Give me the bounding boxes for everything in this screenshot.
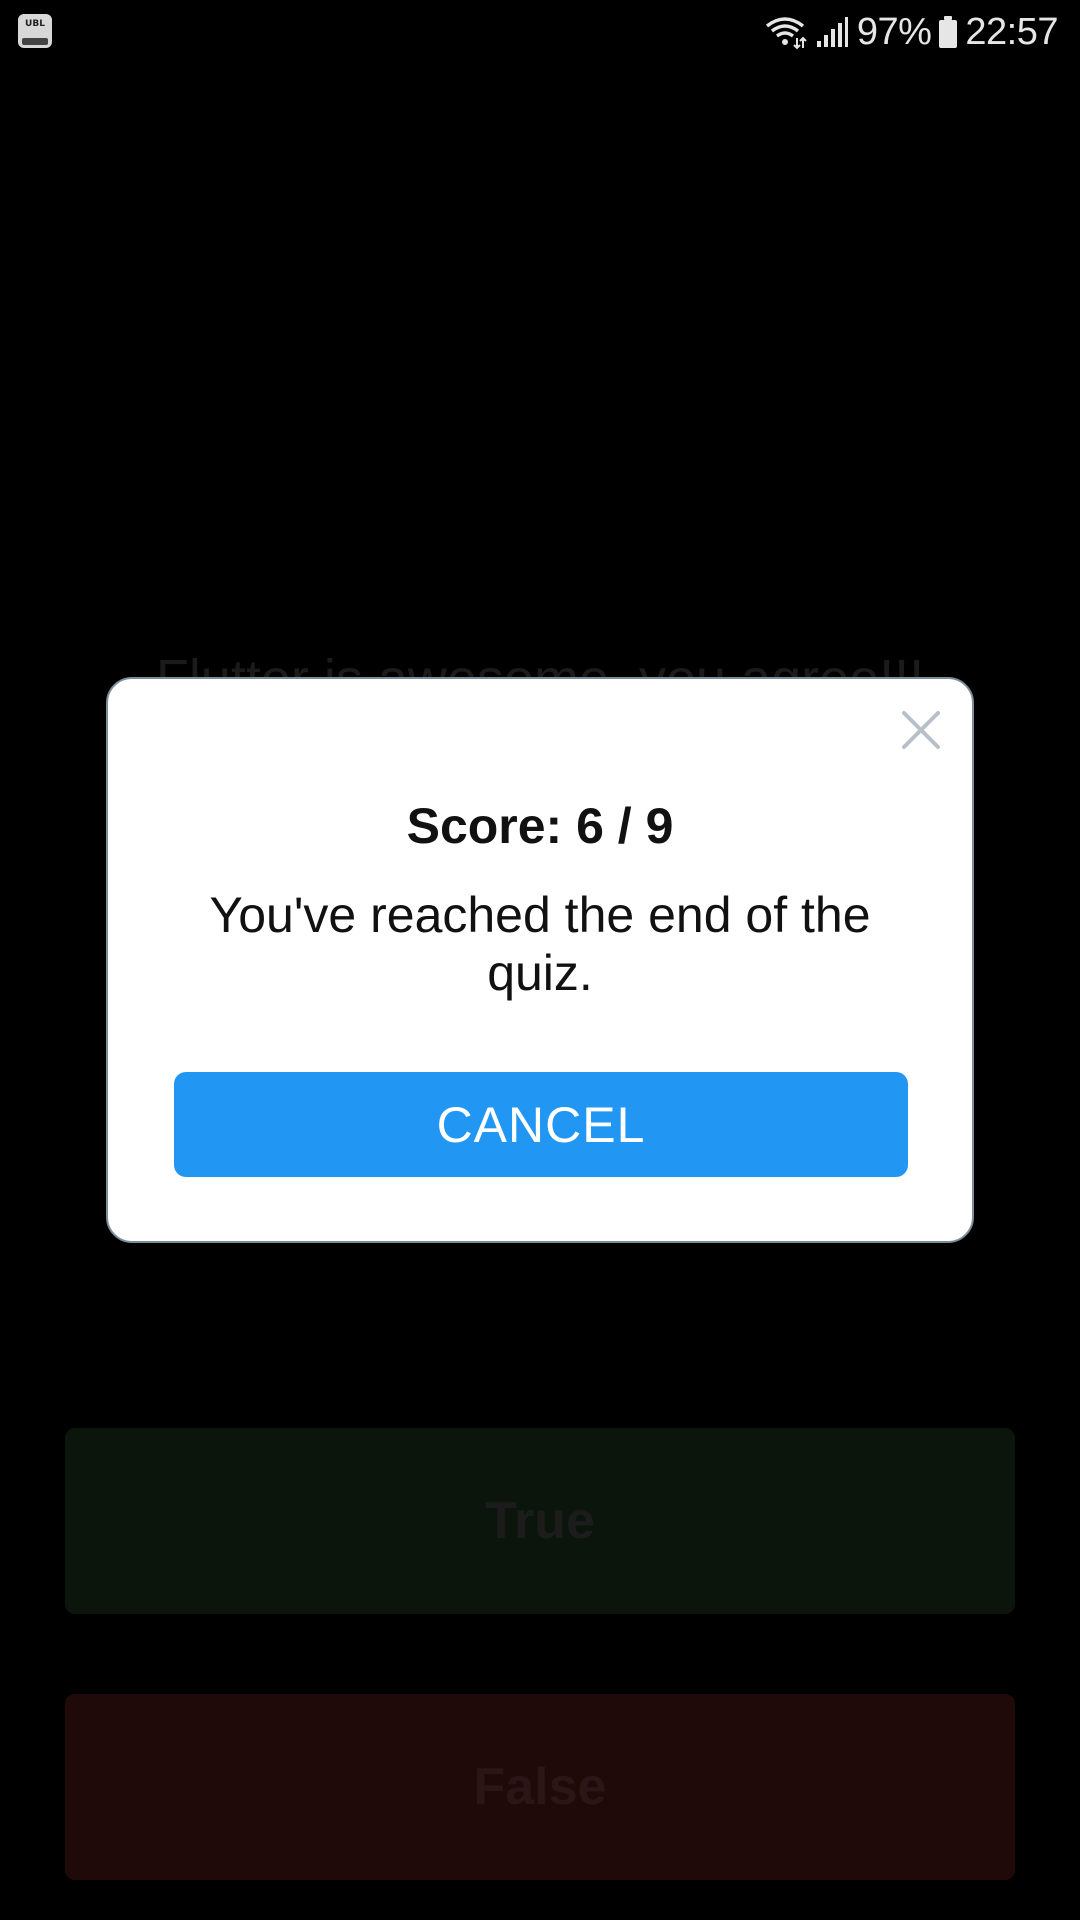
score-title: Score: 6 / 9 <box>406 798 674 854</box>
status-right-group: 97% 22:57 <box>763 8 1058 56</box>
close-icon <box>902 711 940 749</box>
false-button-label: False <box>473 1758 607 1816</box>
quiz-screen: UBL 97% 22:57 True False Score: 6 / 9 Yo… <box>0 0 1080 1920</box>
clock: 22:57 <box>965 10 1058 53</box>
battery-percent: 97% <box>856 10 932 53</box>
app-notification-icon: UBL <box>18 14 52 48</box>
true-button-label: True <box>485 1492 595 1550</box>
quiz-result-dialog: Score: 6 / 9 You've reached the end of t… <box>106 677 974 1243</box>
true-button[interactable]: True <box>65 1428 1015 1614</box>
false-button[interactable]: False <box>65 1694 1015 1880</box>
close-button[interactable] <box>898 707 944 753</box>
battery-icon <box>939 16 958 48</box>
cancel-button[interactable]: CANCEL <box>174 1072 908 1177</box>
end-message: You've reached the end of the quiz. <box>209 887 871 1001</box>
wifi-icon <box>765 17 807 50</box>
cancel-button-label: CANCEL <box>436 1096 646 1153</box>
status-bar: UBL 97% 22:57 <box>0 0 1080 64</box>
signal-icon <box>816 17 848 47</box>
